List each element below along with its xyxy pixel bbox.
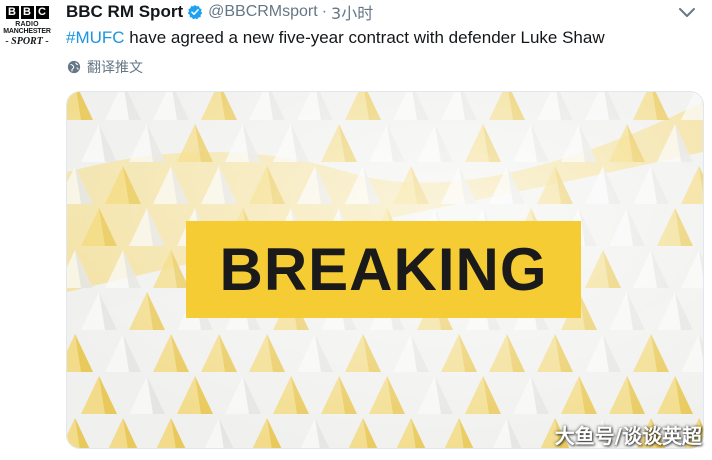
avatar[interactable]: B B C RADIO MANCHESTER - SPORT - [0, 0, 54, 58]
tweet-media-image[interactable]: BREAKING [66, 91, 704, 449]
bbc-block-b2: B [20, 6, 34, 19]
tweet-body: have agreed a new five-year contract wit… [124, 28, 605, 47]
avatar-sport-text: - SPORT - [5, 36, 49, 47]
bbc-logo: B B C [0, 6, 54, 19]
tweet-header: BBC RM Sport @BBCRMsport · 3小时 [66, 0, 373, 24]
display-name[interactable]: BBC RM Sport [66, 2, 183, 22]
separator-dot: · [321, 3, 328, 20]
translate-label: 翻译推文 [87, 60, 143, 76]
bbc-block-b1: B [5, 6, 19, 19]
tweet-text: #MUFC have agreed a new five-year contra… [66, 26, 605, 50]
verified-badge-icon [187, 5, 203, 20]
breaking-text: BREAKING [219, 236, 548, 303]
avatar-manchester-text: MANCHESTER [3, 28, 51, 35]
translate-tweet-link[interactable]: 翻译推文 [67, 57, 143, 77]
hashtag-link[interactable]: #MUFC [66, 28, 125, 47]
watermark-text: 大鱼号/谈谈英超 [554, 424, 702, 448]
tweet-timestamp[interactable]: 3小时 [331, 0, 373, 24]
avatar-radio-text: RADIO [15, 21, 39, 28]
breaking-banner: BREAKING [186, 221, 581, 318]
globe-icon [67, 60, 81, 74]
user-handle[interactable]: @BBCRMsport [208, 3, 318, 21]
bbc-block-c: C [35, 6, 49, 19]
chevron-down-icon[interactable] [678, 6, 696, 20]
